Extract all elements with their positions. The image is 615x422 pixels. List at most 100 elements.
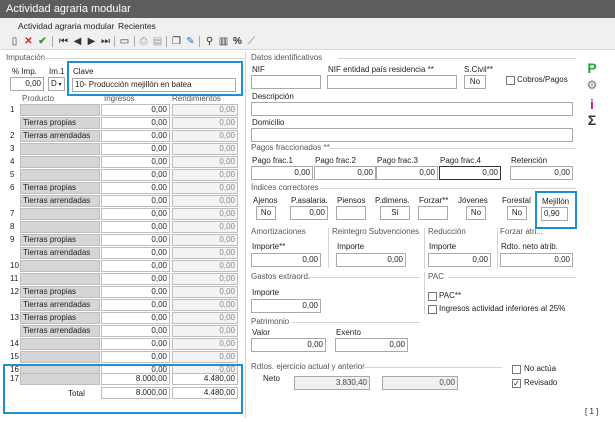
producto-cell[interactable] xyxy=(20,351,100,363)
retencion-field[interactable]: 0,00 xyxy=(510,166,573,180)
accept-icon[interactable]: ✔ xyxy=(36,35,49,48)
pago1-field[interactable]: 0,00 xyxy=(251,166,313,180)
menu-recientes[interactable]: Recientes xyxy=(118,21,156,31)
amort-importe-field[interactable]: 0,00 xyxy=(251,253,321,267)
producto-cell[interactable]: Tierras arrendadas xyxy=(20,130,100,142)
mejillon-field[interactable]: 0,90 xyxy=(541,207,568,221)
ingresos-cell[interactable]: 0,00 xyxy=(101,195,170,207)
new-document-icon[interactable]: ▯ xyxy=(8,35,21,48)
toolbar: ▯ ✕ ✔ ⏮ ◀ ▶ ⏭ ▭ ⎙ ▤ ❐ ✎ ⚲ ▥ % ⟋ xyxy=(0,34,615,50)
producto-cell[interactable]: Tierras arrendadas xyxy=(20,195,100,207)
preview-icon[interactable]: ▤ xyxy=(151,35,164,48)
producto-cell[interactable] xyxy=(20,156,100,168)
producto-cell[interactable] xyxy=(20,260,100,272)
print-icon[interactable]: ⎙ xyxy=(137,35,150,48)
producto-cell[interactable]: Tierras arrendadas xyxy=(20,299,100,311)
pasalaria-field[interactable]: 0,00 xyxy=(290,206,328,220)
scivil-label: S.Civil** xyxy=(464,65,493,74)
producto-cell[interactable]: Tierras propias xyxy=(20,117,100,129)
forestal-field[interactable]: No xyxy=(507,206,527,220)
pago2-field[interactable]: 0,00 xyxy=(314,166,376,180)
ingresos-cell[interactable]: 0,00 xyxy=(101,273,170,285)
im-select[interactable]: D ▾ xyxy=(48,77,65,91)
producto-cell[interactable] xyxy=(20,169,100,181)
revisado-checkbox[interactable]: ✓ xyxy=(512,379,521,388)
ingresos-cell[interactable]: 0,00 xyxy=(101,169,170,181)
valor-field[interactable]: 0,00 xyxy=(251,338,326,352)
chart-bars-icon[interactable]: ▥ xyxy=(217,35,230,48)
no-actua-checkbox[interactable] xyxy=(512,365,521,374)
forzar-idx-field[interactable] xyxy=(418,206,448,220)
last-record-icon[interactable]: ⏭ xyxy=(99,35,112,48)
producto-cell[interactable]: Tierras propias xyxy=(20,234,100,246)
previous-record-icon[interactable]: ◀ xyxy=(71,35,84,48)
gastos-importe-field[interactable]: 0,00 xyxy=(251,299,321,313)
cobros-pagos-checkbox[interactable] xyxy=(506,76,515,85)
first-record-icon[interactable]: ⏮ xyxy=(57,35,70,48)
producto-cell[interactable] xyxy=(20,273,100,285)
ingresos-cell[interactable]: 0,00 xyxy=(101,299,170,311)
exento-field[interactable]: 0,00 xyxy=(335,338,408,352)
rendimientos-cell: 0,00 xyxy=(172,234,238,246)
producto-cell[interactable]: Tierras arrendadas xyxy=(20,325,100,337)
ingresos-cell[interactable]: 0,00 xyxy=(101,286,170,298)
ingresos-cell[interactable]: 0,00 xyxy=(101,234,170,246)
producto-cell[interactable] xyxy=(20,221,100,233)
producto-cell[interactable]: Tierras propias xyxy=(20,182,100,194)
jovenes-field[interactable]: No xyxy=(466,206,486,220)
ingresos-cell[interactable]: 0,00 xyxy=(101,338,170,350)
ingresos-cell[interactable]: 0,00 xyxy=(101,117,170,129)
ingresos-inferiores-checkbox[interactable] xyxy=(428,305,437,314)
clave-field[interactable]: 10- Producción mejillón en batea xyxy=(72,78,236,92)
producto-cell[interactable] xyxy=(20,104,100,116)
ingresos-cell[interactable]: 0,00 xyxy=(101,182,170,194)
descripcion-field[interactable] xyxy=(251,102,573,116)
producto-cell[interactable] xyxy=(20,208,100,220)
pago3-label: Pago frac.3 xyxy=(377,156,418,165)
ingresos-cell[interactable]: 0,00 xyxy=(101,143,170,155)
domicilio-field[interactable] xyxy=(251,128,573,142)
binoculars-icon[interactable]: ⚲ xyxy=(203,35,216,48)
chart-line-icon[interactable]: ⟋ xyxy=(245,35,258,48)
reintegro-importe-field[interactable]: 0,00 xyxy=(336,253,406,267)
sigma-icon[interactable]: Σ xyxy=(585,112,599,128)
pct-imp-field[interactable]: 0,00 xyxy=(10,77,44,91)
datos-section-title: Datos identificativos xyxy=(251,53,323,62)
producto-cell[interactable]: Tierras propias xyxy=(20,312,100,324)
next-record-icon[interactable]: ▶ xyxy=(85,35,98,48)
ingresos-cell[interactable]: 0,00 xyxy=(101,260,170,272)
ingresos-cell[interactable]: 0,00 xyxy=(101,221,170,233)
copy-icon[interactable]: ❐ xyxy=(170,35,183,48)
pac-checkbox[interactable] xyxy=(428,292,437,301)
edit-icon[interactable]: ✎ xyxy=(184,35,197,48)
pago3-field[interactable]: 0,00 xyxy=(376,166,438,180)
nif-field[interactable] xyxy=(251,75,321,89)
rdto-neto-field[interactable]: 0,00 xyxy=(500,253,573,267)
scivil-field[interactable]: No xyxy=(464,75,486,89)
ingresos-cell[interactable]: 0,00 xyxy=(101,208,170,220)
ingresos-cell[interactable]: 0,00 xyxy=(101,104,170,116)
percent-icon[interactable]: % xyxy=(231,35,244,48)
ajenos-field[interactable]: No xyxy=(256,206,276,220)
reduccion-importe-field[interactable]: 0,00 xyxy=(428,253,491,267)
producto-cell[interactable] xyxy=(20,143,100,155)
nif-pais-field[interactable] xyxy=(327,75,457,89)
producto-cell[interactable]: Tierras arrendadas xyxy=(20,247,100,259)
piensos-field[interactable] xyxy=(336,206,366,220)
ingresos-cell[interactable]: 0,00 xyxy=(101,351,170,363)
delete-icon[interactable]: ✕ xyxy=(22,35,35,48)
pdimens-field[interactable]: Sí xyxy=(380,206,410,220)
form-view-icon[interactable]: ▭ xyxy=(118,35,131,48)
ingresos-cell[interactable]: 0,00 xyxy=(101,312,170,324)
ingresos-cell[interactable]: 0,00 xyxy=(101,325,170,337)
ingresos-cell[interactable]: 0,00 xyxy=(101,247,170,259)
p-icon[interactable]: P xyxy=(585,60,599,76)
gear-icon[interactable]: ⚙ xyxy=(585,78,599,92)
producto-cell[interactable]: Tierras propias xyxy=(20,286,100,298)
producto-cell[interactable] xyxy=(20,338,100,350)
ingresos-cell[interactable]: 0,00 xyxy=(101,156,170,168)
ingresos-cell[interactable]: 0,00 xyxy=(101,130,170,142)
info-icon[interactable]: i xyxy=(585,96,599,112)
pago4-field[interactable]: 0,00 xyxy=(439,166,501,180)
menu-actividad[interactable]: Actividad agraria modular xyxy=(18,21,114,31)
